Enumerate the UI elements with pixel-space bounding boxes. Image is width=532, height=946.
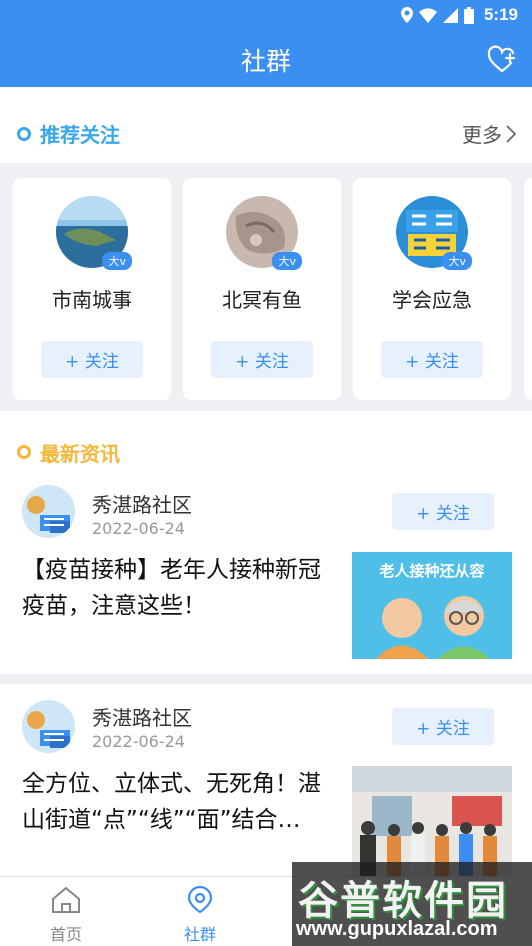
follow-button[interactable]: + 关注 <box>392 708 494 745</box>
status-bar: 5:19 <box>0 0 532 30</box>
follow-button[interactable]: + 关注 <box>392 493 494 530</box>
battery-icon <box>463 6 474 24</box>
article-headline[interactable]: 【疫苗接种】老年人接种新冠疫苗，注意这些！ <box>22 552 338 624</box>
news-dot-icon <box>17 445 31 459</box>
tab-home[interactable]: 首页 <box>21 885 111 945</box>
location-pin-icon <box>187 885 213 914</box>
tab-label: 社群 <box>183 925 216 944</box>
card-name: 市南城事 <box>52 288 132 312</box>
recommend-cards: 大v 市南城事 + 关注 大v 北冥有鱼 + 关注 大v 学会应急 + 关注 <box>0 163 532 411</box>
recommend-card[interactable]: 大v 学会应急 + 关注 <box>353 178 511 400</box>
follow-button[interactable]: + 关注 <box>381 341 483 378</box>
heart-add-icon[interactable] <box>486 44 518 76</box>
card-name: 学会应急 <box>392 288 472 312</box>
news-header: 最新资讯 <box>0 411 532 477</box>
news-article[interactable]: 秀湛路社区 2022-06-24 + 关注 全方位、立体式、无死角！湛山街道“点… <box>0 684 532 876</box>
location-icon <box>400 7 413 23</box>
chevron-right-icon <box>506 124 516 143</box>
article-date: 2022-06-24 <box>92 519 185 538</box>
tab-community[interactable]: 社群 <box>155 885 245 945</box>
app-bar: 社群 <box>0 30 532 87</box>
watermark: 谷普软件园 www.gupuxlazal.com <box>292 862 532 946</box>
status-time: 5:19 <box>483 5 518 24</box>
article-headline[interactable]: 全方位、立体式、无死角！湛山街道“点”“线”“面”结合… <box>22 766 338 838</box>
recommend-dot-icon <box>17 127 31 141</box>
verified-badge: 大v <box>272 252 302 270</box>
thumbnail-caption: 老人接种还从容 <box>378 562 484 580</box>
more-link[interactable]: 更多 <box>462 119 516 148</box>
article-thumbnail[interactable]: 老人接种还从容 <box>352 552 512 659</box>
recommend-card-peek <box>524 178 532 400</box>
recommend-header: 推荐关注 更多 <box>0 87 532 163</box>
wifi-icon <box>418 7 437 23</box>
signal-icon <box>442 7 458 23</box>
more-label: 更多 <box>462 123 502 147</box>
recommend-card[interactable]: 大v 北冥有鱼 + 关注 <box>183 178 341 400</box>
article-source: 秀湛路社区 <box>92 493 192 517</box>
tab-label: 首页 <box>49 925 82 944</box>
follow-button[interactable]: + 关注 <box>211 341 313 378</box>
article-thumbnail[interactable] <box>352 766 512 876</box>
article-date: 2022-06-24 <box>92 732 185 751</box>
source-avatar <box>22 485 75 538</box>
recommend-card[interactable]: 大v 市南城事 + 关注 <box>13 178 171 400</box>
watermark-url: www.gupuxlazal.com <box>296 918 498 940</box>
status-icons: 5:19 <box>400 5 518 25</box>
article-source: 秀湛路社区 <box>92 706 192 730</box>
recommend-title: 推荐关注 <box>40 123 120 147</box>
card-name: 北冥有鱼 <box>222 288 302 312</box>
news-article[interactable]: 秀湛路社区 2022-06-24 + 关注 【疫苗接种】老年人接种新冠疫苗，注意… <box>0 477 532 674</box>
page-title: 社群 <box>240 47 291 76</box>
verified-badge: 大v <box>102 252 132 270</box>
source-avatar <box>22 700 75 753</box>
verified-badge: 大v <box>442 252 472 270</box>
news-title: 最新资讯 <box>40 442 120 466</box>
follow-button[interactable]: + 关注 <box>41 341 143 378</box>
home-icon <box>52 886 80 913</box>
